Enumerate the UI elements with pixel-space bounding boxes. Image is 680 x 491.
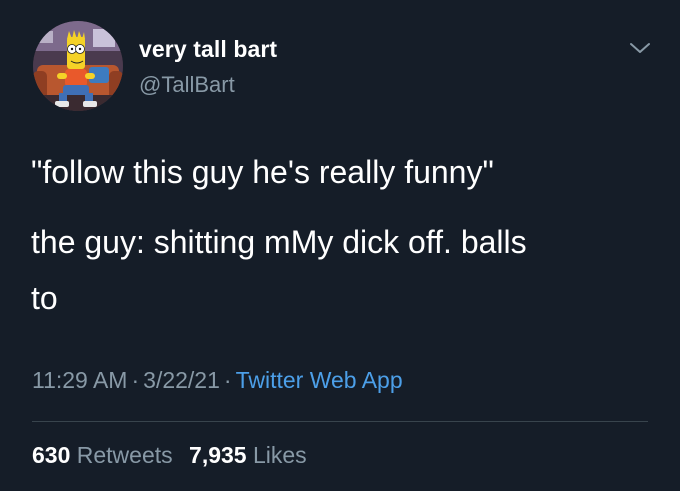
tweet-text-line: the guy: shitting mMy dick off. balls	[31, 224, 527, 260]
retweets-count: 630	[32, 442, 71, 468]
tweet-stats: 630 Retweets 7,935 Likes	[32, 442, 307, 469]
likes-count: 7,935	[189, 442, 247, 468]
likes-label: Likes	[252, 442, 307, 468]
tweet-card: very tall bart @TallBart "follow this gu…	[0, 0, 680, 491]
bart-simpson-avatar-icon	[33, 21, 123, 111]
display-name[interactable]: very tall bart	[139, 36, 277, 63]
retweets-label: Retweets	[76, 442, 173, 468]
chevron-down-icon[interactable]	[628, 39, 652, 57]
tweet-date[interactable]: 3/22/21	[143, 367, 220, 393]
avatar[interactable]	[33, 21, 123, 111]
likes-stat[interactable]: 7,935 Likes	[189, 442, 307, 468]
retweets-stat[interactable]: 630 Retweets	[32, 442, 173, 468]
tweet-source-link[interactable]: Twitter Web App	[236, 367, 403, 393]
tweet-metadata: 11:29 AM · 3/22/21 · Twitter Web App	[32, 367, 403, 394]
metadata-separator: ·	[223, 367, 232, 393]
metadata-separator: ·	[131, 367, 140, 393]
tweet-text-line: to	[31, 280, 58, 316]
user-handle[interactable]: @TallBart	[139, 72, 235, 98]
tweet-time[interactable]: 11:29 AM	[32, 367, 127, 393]
divider	[32, 421, 648, 422]
tweet-text-line: "follow this guy he's really funny"	[31, 154, 494, 190]
